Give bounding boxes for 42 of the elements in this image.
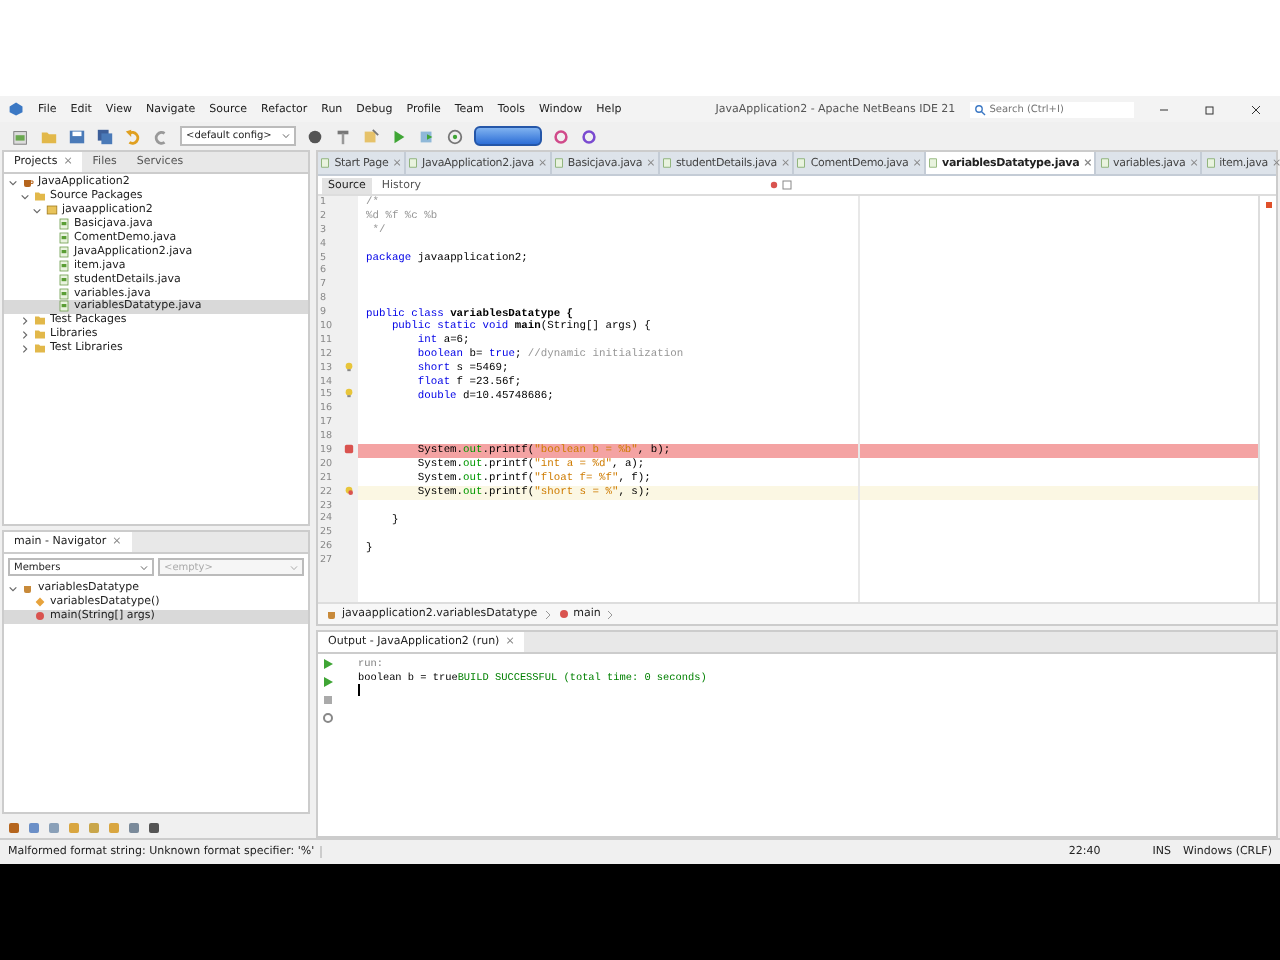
stop-icon[interactable] (322, 694, 334, 706)
chevron-icon (543, 609, 552, 619)
restore-icon[interactable] (1203, 103, 1216, 115)
app-logo-icon (8, 100, 25, 118)
java-file-icon (553, 158, 564, 168)
class-icon (22, 582, 34, 595)
coffee-cup-icon (22, 176, 34, 189)
java-file-icon (928, 158, 939, 168)
java-file-icon (1205, 158, 1216, 168)
java-file-icon (320, 158, 331, 168)
chevron-icon (606, 609, 615, 619)
lightbulb-icon[interactable] (344, 388, 354, 399)
error-icon[interactable] (344, 443, 354, 454)
memory-indicator[interactable] (474, 126, 542, 146)
record-icon[interactable] (770, 180, 779, 190)
package-icon (46, 204, 58, 217)
minimize-icon[interactable] (1157, 103, 1170, 115)
method-icon (34, 610, 46, 623)
collapse-chevron-icon[interactable] (8, 583, 18, 594)
profile-icon[interactable] (446, 127, 464, 145)
lightbulb-icon[interactable] (344, 361, 354, 372)
error-lightbulb-icon[interactable] (344, 485, 354, 496)
error-mark-icon[interactable] (1265, 202, 1271, 208)
java-file-icon (661, 158, 672, 168)
save-icon[interactable] (68, 127, 86, 145)
undo-icon[interactable] (124, 127, 142, 145)
run-icon[interactable] (390, 127, 408, 145)
constructor-icon (34, 596, 46, 609)
search-icon[interactable] (973, 103, 986, 115)
method-icon (557, 608, 570, 620)
save-all-icon[interactable] (96, 127, 114, 145)
new-project-icon[interactable] (12, 127, 30, 145)
stop-icon[interactable] (782, 180, 793, 190)
redo-icon[interactable] (152, 127, 170, 145)
text-cursor (358, 684, 360, 696)
java-file-icon (1099, 158, 1109, 168)
folder-icon (34, 190, 46, 203)
close-icon[interactable] (1249, 103, 1262, 115)
class-icon (326, 608, 338, 620)
debug-icon[interactable] (418, 127, 436, 145)
java-file-icon (408, 158, 419, 168)
java-file-icon (796, 158, 807, 168)
